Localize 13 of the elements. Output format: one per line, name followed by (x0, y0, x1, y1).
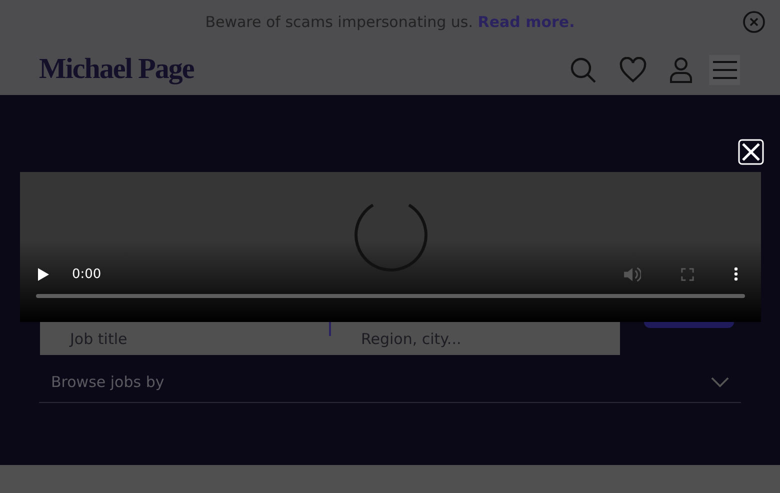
search-button[interactable] (644, 322, 734, 328)
logo[interactable]: Michael Page (39, 53, 194, 86)
heart-icon[interactable] (619, 56, 647, 82)
volume-icon[interactable] (624, 266, 641, 282)
play-icon[interactable] (38, 268, 49, 280)
time-display: 0:00 (72, 266, 102, 282)
fullscreen-icon[interactable] (681, 268, 694, 280)
browse-jobs-dropdown[interactable]: Browse jobs by (39, 362, 741, 403)
user-icon[interactable] (669, 56, 693, 82)
search-icon[interactable] (569, 56, 597, 84)
menu-button[interactable] (709, 54, 740, 84)
more-options-icon[interactable] (734, 267, 738, 281)
video-player[interactable]: 0:00 (20, 172, 761, 322)
